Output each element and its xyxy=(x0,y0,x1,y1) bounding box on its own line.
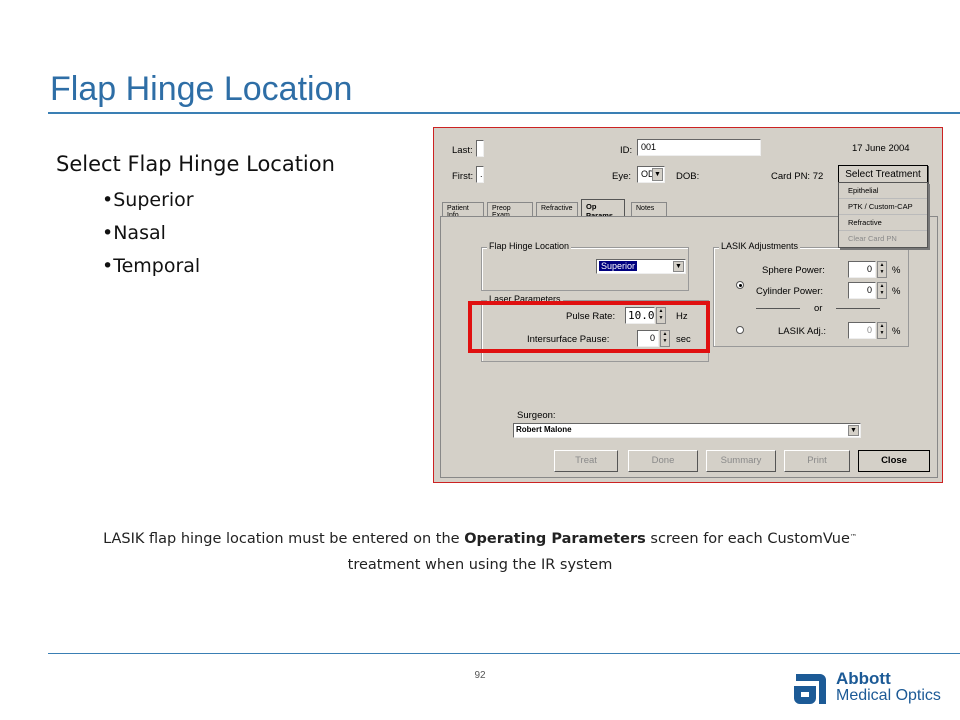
summary-button[interactable]: Summary xyxy=(706,450,776,472)
lasik-adjustments-group: LASIK Adjustments Sphere Power: 0 ▲ ▼ % C… xyxy=(713,241,909,347)
trademark-symbol: ™ xyxy=(849,533,857,541)
tab-preop-exam[interactable]: Preop Exam xyxy=(487,202,533,219)
or-divider-left xyxy=(756,308,800,309)
date-text: 17 June 2004 xyxy=(852,143,910,154)
lasik-adj-label: LASIK Adj.: xyxy=(778,326,827,337)
flap-hinge-title: Flap Hinge Location xyxy=(487,241,572,251)
lasik-adj-field[interactable]: 0 xyxy=(848,322,876,339)
first-name-field[interactable]: . xyxy=(476,166,484,183)
tab-notes[interactable]: Notes xyxy=(631,202,667,216)
bullet-item: Nasal xyxy=(102,217,335,250)
treat-button[interactable]: Treat xyxy=(554,450,618,472)
abbott-logo: Abbott Medical Optics xyxy=(790,668,950,710)
surgeon-label: Surgeon: xyxy=(517,410,556,421)
menu-item-refractive[interactable]: Refractive xyxy=(839,215,927,231)
eye-select[interactable]: OD ▼ xyxy=(637,166,665,183)
chevron-down-icon[interactable]: ▼ xyxy=(848,425,859,436)
menu-item-clear-card-pn[interactable]: Clear Card PN xyxy=(839,231,927,247)
lasik-adj-unit: % xyxy=(892,326,901,337)
tab-patient-info[interactable]: Patient Info xyxy=(442,202,484,219)
id-label: ID: xyxy=(620,145,633,156)
done-button[interactable]: Done xyxy=(628,450,698,472)
eye-label: Eye: xyxy=(612,171,632,182)
bullet-block: Select Flap Hinge Location Superior Nasa… xyxy=(56,152,335,283)
slide-title: Flap Hinge Location xyxy=(50,70,353,108)
cylinder-power-unit: % xyxy=(892,286,901,297)
tab-refractive[interactable]: Refractive xyxy=(536,202,578,216)
logo-line-2: Medical Optics xyxy=(836,687,941,704)
close-button[interactable]: Close xyxy=(858,450,930,472)
last-name-label: Last: xyxy=(452,145,473,156)
treatment-menu: Epithelial PTK / Custom-CAP Refractive C… xyxy=(838,182,928,248)
cylinder-power-stepper[interactable]: ▲ ▼ xyxy=(877,282,887,299)
lasik-adjustments-title: LASIK Adjustments xyxy=(719,241,801,251)
or-divider-right xyxy=(836,308,880,309)
print-button[interactable]: Print xyxy=(784,450,850,472)
highlight-box xyxy=(468,301,710,353)
flap-hinge-value: Superior xyxy=(599,261,638,271)
chevron-down-icon[interactable]: ▼ xyxy=(652,168,663,181)
surgeon-value: Robert Malone xyxy=(516,425,572,434)
first-name-label: First: xyxy=(452,171,474,182)
sphere-power-stepper[interactable]: ▲ ▼ xyxy=(877,261,887,278)
bullet-item: Superior xyxy=(102,184,335,217)
cylinder-power-label: Cylinder Power: xyxy=(756,286,824,297)
sphere-power-unit: % xyxy=(892,265,901,276)
sphere-power-label: Sphere Power: xyxy=(762,265,825,276)
bullets-heading: Select Flap Hinge Location xyxy=(56,152,335,176)
chevron-down-icon[interactable]: ▼ xyxy=(673,261,684,272)
or-label: or xyxy=(814,303,823,314)
caption-text: LASIK flap hinge location must be entere… xyxy=(103,531,465,547)
card-pn-text: Card PN: 72 xyxy=(771,171,824,182)
caption-line-2: treatment when using the IR system xyxy=(347,557,613,573)
caption-text-2: screen for each CustomVue xyxy=(645,531,850,547)
adjust-by-lasik-radio[interactable] xyxy=(736,326,744,334)
surgeon-select[interactable]: Robert Malone ▼ xyxy=(513,423,861,438)
bullet-list: Superior Nasal Temporal xyxy=(102,184,335,283)
menu-item-epithelial[interactable]: Epithelial xyxy=(839,183,927,199)
dob-label: DOB: xyxy=(676,171,700,182)
logo-line-1: Abbott xyxy=(836,669,891,688)
bullet-item: Temporal xyxy=(102,250,335,283)
tab-op-params[interactable]: Op Params xyxy=(581,199,625,220)
id-field[interactable]: 001 xyxy=(637,139,761,156)
cylinder-power-field[interactable]: 0 xyxy=(848,282,876,299)
title-divider xyxy=(48,112,960,114)
adjust-by-power-radio[interactable] xyxy=(736,281,744,289)
lasik-adj-stepper[interactable]: ▲ ▼ xyxy=(877,322,887,339)
flap-hinge-select[interactable]: Superior ▼ xyxy=(596,259,686,274)
menu-item-ptk-custom-cap[interactable]: PTK / Custom-CAP xyxy=(839,199,927,215)
caption: LASIK flap hinge location must be entere… xyxy=(30,526,930,578)
abbott-logo-icon xyxy=(794,674,826,704)
sphere-power-field[interactable]: 0 xyxy=(848,261,876,278)
footer-divider xyxy=(48,653,960,654)
last-name-field[interactable] xyxy=(476,140,484,157)
caption-bold-text: Operating Parameters xyxy=(464,531,646,547)
flap-hinge-group: Flap Hinge Location Superior ▼ xyxy=(481,241,689,291)
